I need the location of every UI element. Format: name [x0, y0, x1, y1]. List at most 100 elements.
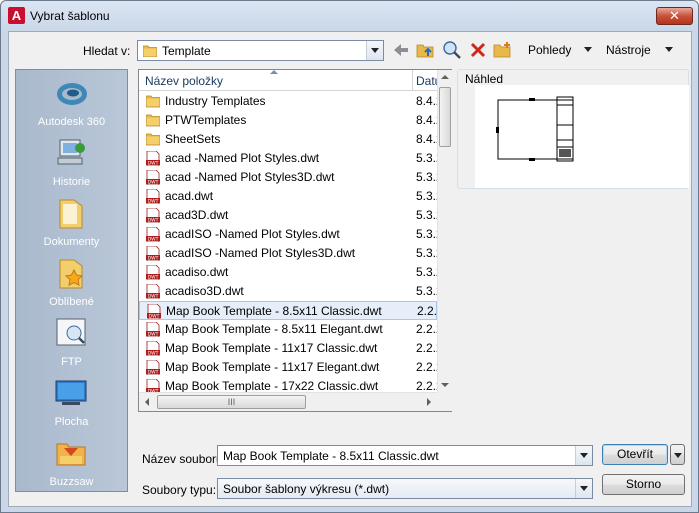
new-folder-icon[interactable]	[492, 40, 512, 60]
file-row[interactable]: DWT acad.dwt 5.3.2	[139, 187, 437, 206]
file-row[interactable]: DWT Map Book Template - 11x17 Classic.dwt…	[139, 339, 437, 358]
dwt-file-icon: DWT	[146, 208, 160, 223]
scroll-down-icon[interactable]	[441, 383, 449, 387]
svg-text:DWT: DWT	[148, 293, 159, 299]
close-button[interactable]: ✕	[656, 7, 693, 25]
scroll-corner	[437, 392, 452, 411]
search-web-icon[interactable]	[442, 40, 462, 60]
file-row[interactable]: DWT Map Book Template - 8.5x11 Elegant.dw…	[139, 320, 437, 339]
file-name: Industry Templates	[165, 94, 266, 108]
file-row[interactable]: DWT acad3D.dwt 5.3.2	[139, 206, 437, 225]
file-date: 8.4.2	[416, 113, 437, 127]
file-name: acad -Named Plot Styles3D.dwt	[165, 170, 335, 184]
svg-text:DWT: DWT	[148, 274, 159, 280]
file-type-value: Soubor šablony výkresu (*.dwt)	[223, 482, 390, 496]
scroll-left-icon[interactable]	[145, 398, 149, 406]
file-name-value[interactable]: Map Book Template - 8.5x11 Classic.dwt	[223, 449, 439, 463]
file-type-label: Soubory typu:	[142, 483, 217, 497]
open-button[interactable]: Otevřít	[602, 444, 668, 465]
svg-text:DWT: DWT	[148, 198, 159, 204]
file-name: Map Book Template - 8.5x11 Classic.dwt	[166, 304, 382, 318]
svg-text:DWT: DWT	[149, 313, 160, 319]
place-desktop[interactable]: Plocha	[16, 374, 127, 430]
file-row[interactable]: DWT Map Book Template - 11x17 Elegant.dwt…	[139, 358, 437, 377]
look-in-value: Template	[162, 44, 211, 58]
documents-icon	[59, 199, 83, 229]
scroll-right-icon[interactable]	[427, 398, 431, 406]
column-header-name[interactable]: Název položky	[145, 74, 223, 88]
dwt-file-icon: DWT	[146, 284, 160, 299]
dialog-body: Hledat v: Template Pohledy Nástroje Auto…	[8, 31, 692, 507]
folder-row[interactable]: SheetSets 8.4.2	[139, 130, 437, 149]
place-history[interactable]: Historie	[16, 134, 127, 190]
dwt-file-icon: DWT	[146, 189, 160, 204]
file-name: Map Book Template - 11x17 Classic.dwt	[165, 341, 378, 355]
vertical-scroll-thumb[interactable]	[439, 87, 451, 147]
place-autodesk-360[interactable]: Autodesk 360	[16, 74, 127, 130]
chevron-down-icon[interactable]	[575, 479, 592, 498]
look-in-combobox[interactable]: Template	[137, 40, 384, 61]
place-buzzsaw[interactable]: Buzzsaw	[16, 434, 127, 490]
views-menu[interactable]: Pohledy	[528, 43, 571, 57]
file-date: 5.3.2	[416, 170, 437, 184]
autocad-logo-icon: A	[8, 7, 25, 24]
place-label: Oblíbené	[49, 296, 94, 308]
file-row[interactable]: DWT acad -Named Plot Styles3D.dwt 5.3.2	[139, 168, 437, 187]
file-row[interactable]: DWT Map Book Template - 8.5x11 Classic.dw…	[139, 301, 437, 320]
svg-text:DWT: DWT	[148, 179, 159, 185]
buzzsaw-icon	[56, 443, 86, 466]
views-chevron-down-icon[interactable]	[584, 47, 592, 52]
cancel-button[interactable]: Storno	[602, 474, 685, 495]
column-separator[interactable]	[412, 70, 413, 91]
folder-row[interactable]: PTWTemplates 8.4.2	[139, 111, 437, 130]
dwt-file-icon: DWT	[146, 151, 160, 166]
file-name: acadiso.dwt	[165, 265, 229, 279]
place-label: FTP	[61, 356, 82, 368]
tools-chevron-down-icon[interactable]	[665, 47, 673, 52]
dwt-file-icon: DWT	[146, 379, 160, 392]
up-folder-icon[interactable]	[415, 40, 435, 60]
file-row[interactable]: DWT acadISO -Named Plot Styles3D.dwt 5.3.2	[139, 244, 437, 263]
place-label: Plocha	[54, 416, 89, 428]
file-date: 8.4.2	[416, 132, 437, 146]
file-list-header: Název položky Datu	[139, 70, 441, 91]
file-row[interactable]: DWT acadISO -Named Plot Styles.dwt 5.3.2	[139, 225, 437, 244]
place-label: Buzzsaw	[49, 476, 94, 488]
scroll-up-icon[interactable]	[441, 75, 449, 79]
vertical-scrollbar[interactable]	[437, 70, 452, 392]
delete-icon[interactable]	[468, 40, 488, 60]
horizontal-scroll-thumb[interactable]: III	[157, 395, 306, 409]
folder-icon	[143, 45, 157, 57]
svg-text:DWT: DWT	[148, 217, 159, 223]
folder-row[interactable]: Industry Templates 8.4.2	[139, 92, 437, 111]
file-date: 5.3.2	[416, 246, 437, 260]
places-bar: Autodesk 360 Historie Dokumenty Oblíbené…	[15, 69, 128, 492]
template-preview-image	[496, 96, 574, 162]
file-row[interactable]: DWT acad -Named Plot Styles.dwt 5.3.2	[139, 149, 437, 168]
desktop-icon	[55, 380, 87, 405]
title-bar[interactable]: A Vybrat šablonu ✕	[1, 1, 698, 31]
chevron-down-icon[interactable]	[575, 446, 592, 465]
chevron-down-icon[interactable]	[366, 41, 383, 60]
file-rows: Industry Templates 8.4.2 PTWTemplates 8.4.2…	[139, 92, 437, 392]
svg-text:DWT: DWT	[148, 236, 159, 242]
autodesk-360-icon	[57, 83, 87, 105]
file-name: acadISO -Named Plot Styles.dwt	[165, 227, 340, 241]
place-label: Autodesk 360	[37, 116, 106, 128]
tools-menu[interactable]: Nástroje	[606, 43, 651, 57]
place-favorites[interactable]: Oblíbené	[16, 254, 127, 310]
ftp-icon	[56, 318, 86, 346]
back-arrow-icon[interactable]	[391, 40, 411, 60]
horizontal-scrollbar[interactable]: III	[139, 392, 437, 411]
file-row[interactable]: DWT acadiso3D.dwt 5.3.2	[139, 282, 437, 301]
svg-text:DWT: DWT	[148, 255, 159, 261]
place-documents[interactable]: Dokumenty	[16, 194, 127, 250]
file-row[interactable]: DWT Map Book Template - 17x22 Classic.dwt…	[139, 377, 437, 392]
file-type-select[interactable]: Soubor šablony výkresu (*.dwt)	[217, 478, 593, 499]
open-options-dropdown[interactable]	[670, 444, 685, 465]
file-date: 2.2.2	[416, 322, 437, 336]
place-ftp[interactable]: FTP	[16, 314, 127, 370]
file-name-input[interactable]: Map Book Template - 8.5x11 Classic.dwt	[217, 445, 593, 466]
file-row[interactable]: DWT acadiso.dwt 5.3.2	[139, 263, 437, 282]
folder-icon	[146, 114, 160, 127]
